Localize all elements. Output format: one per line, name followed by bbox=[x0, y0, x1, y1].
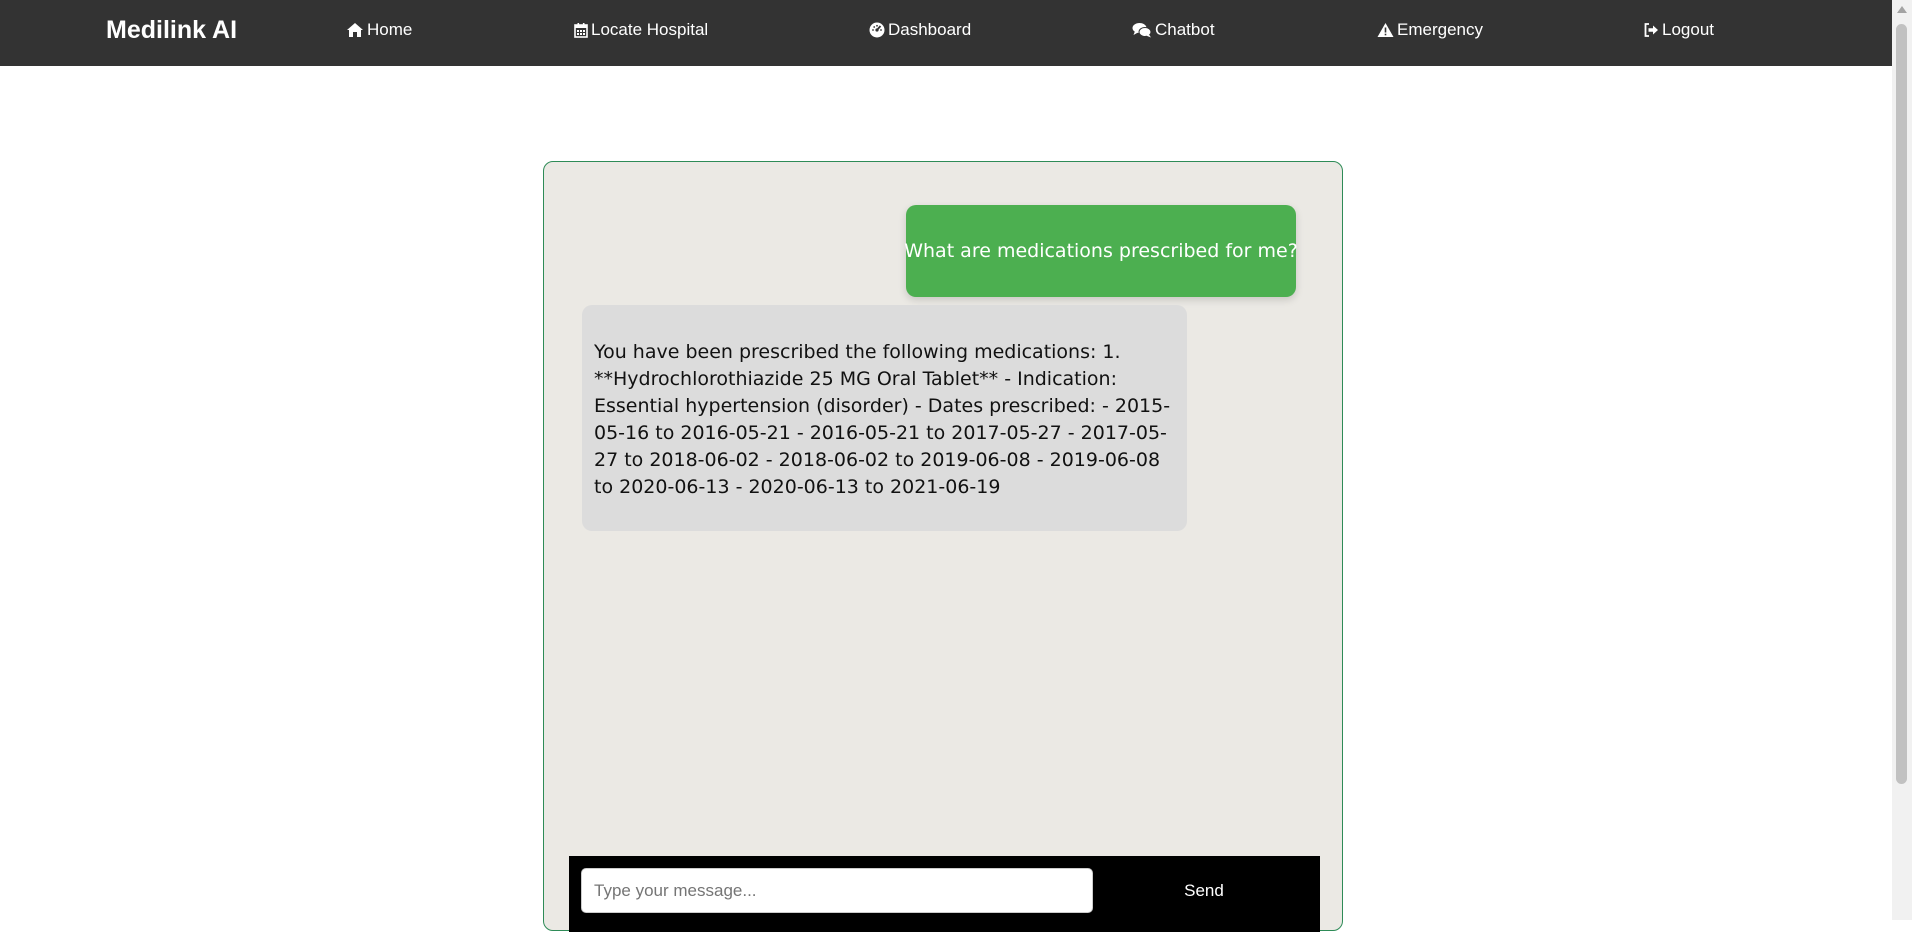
chat-window: What are medications prescribed for me? … bbox=[543, 161, 1343, 932]
nav-item-label: Dashboard bbox=[888, 20, 972, 39]
scrollbar-thumb[interactable] bbox=[1896, 24, 1907, 784]
scroll-up-arrow-icon[interactable] bbox=[1897, 6, 1907, 13]
nav-item-label: Emergency bbox=[1397, 20, 1483, 39]
nav-item-emergency[interactable]: Emergency bbox=[1377, 20, 1483, 40]
page-scrollbar[interactable] bbox=[1892, 0, 1912, 920]
nav-item-dashboard[interactable]: Dashboard bbox=[869, 20, 971, 40]
warning-icon bbox=[1377, 22, 1394, 38]
nav-item-label: Home bbox=[367, 20, 413, 39]
nav-item-locate-hospital[interactable]: Locate Hospital bbox=[574, 20, 708, 40]
send-button[interactable]: Send bbox=[1099, 868, 1309, 913]
bot-message-bubble: You have been prescribed the following m… bbox=[582, 305, 1187, 531]
logout-icon bbox=[1643, 22, 1659, 38]
nav-item-label: Locate Hospital bbox=[591, 20, 709, 39]
message-input-bar: Send bbox=[569, 856, 1320, 932]
message-input[interactable] bbox=[581, 868, 1093, 913]
dashboard-icon bbox=[869, 22, 885, 38]
calendar-icon bbox=[574, 22, 588, 38]
top-navbar: Medilink AI Home Locate Hospital Dashboa… bbox=[0, 0, 1892, 66]
nav-item-chatbot[interactable]: Chatbot bbox=[1132, 20, 1215, 40]
chat-icon bbox=[1132, 22, 1152, 38]
nav-item-label: Chatbot bbox=[1155, 20, 1215, 39]
nav-item-logout[interactable]: Logout bbox=[1643, 20, 1714, 40]
nav-item-label: Logout bbox=[1662, 20, 1714, 39]
nav-item-home[interactable]: Home bbox=[346, 20, 412, 40]
user-message-bubble: What are medications prescribed for me? bbox=[904, 205, 1298, 297]
brand-logo[interactable]: Medilink AI bbox=[106, 16, 237, 45]
home-icon bbox=[346, 22, 364, 38]
